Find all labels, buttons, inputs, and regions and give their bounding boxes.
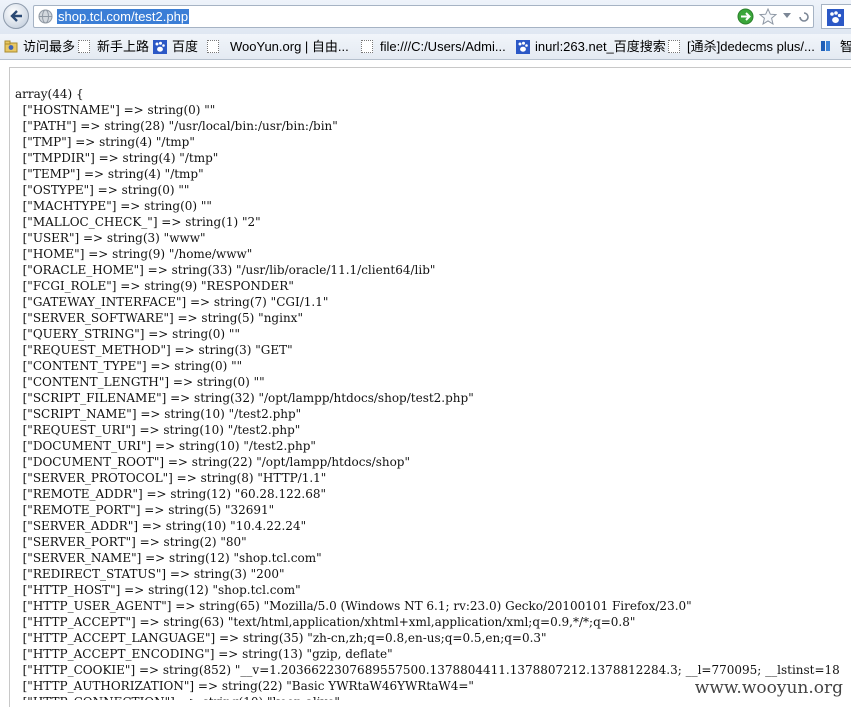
dump-line: ["HTTP_ACCEPT_LANGUAGE"] => string(35) "… bbox=[15, 631, 547, 645]
page-content: array(44) { ["HOSTNAME"] => string(0) ""… bbox=[15, 86, 851, 700]
bookmark-folder-icon bbox=[4, 40, 18, 53]
back-arrow-icon bbox=[10, 10, 22, 22]
dump-line: ["HOSTNAME"] => string(0) "" bbox=[15, 103, 216, 117]
bookmark-label: file:///C:/Users/Admi... bbox=[380, 39, 506, 54]
dump-line: ["MACHTYPE"] => string(0) "" bbox=[15, 199, 212, 213]
bookmark-label: 新手上路 bbox=[97, 39, 150, 54]
dump-line: ["QUERY_STRING"] => string(0) "" bbox=[15, 327, 240, 341]
bookmark-star-icon[interactable] bbox=[759, 8, 777, 25]
dump-line: ["REMOTE_PORT"] => string(5) "32691" bbox=[15, 503, 275, 517]
page-icon bbox=[361, 40, 373, 53]
dump-line: ["HTTP_HOST"] => string(12) "shop.tcl.co… bbox=[15, 583, 301, 597]
go-arrow-icon[interactable] bbox=[737, 8, 754, 25]
dump-line: ["MALLOC_CHECK_"] => string(1) "2" bbox=[15, 215, 261, 229]
dump-line: ["CONTENT_TYPE"] => string(0) "" bbox=[15, 359, 243, 373]
var-dump-output: array(44) { ["HOSTNAME"] => string(0) ""… bbox=[15, 86, 851, 700]
dump-line: ["REQUEST_METHOD"] => string(3) "GET" bbox=[15, 343, 293, 357]
content-frame bbox=[0, 60, 851, 707]
bookmark-label: [通杀]dedecms plus/... bbox=[687, 39, 815, 54]
address-bar[interactable]: shop.tcl.com/test2.php bbox=[33, 5, 814, 28]
url-input[interactable]: shop.tcl.com/test2.php bbox=[57, 9, 190, 24]
dump-line: ["SCRIPT_NAME"] => string(10) "/test2.ph… bbox=[15, 407, 302, 421]
watermark: www.wooyun.org bbox=[692, 678, 845, 698]
dump-lines: ["HOSTNAME"] => string(0) "" ["PATH"] =>… bbox=[15, 102, 851, 700]
dump-line: ["HTTP_USER_AGENT"] => string(65) "Mozil… bbox=[15, 599, 692, 613]
page-icon bbox=[668, 40, 680, 53]
dump-line: ["TEMP"] => string(4) "/tmp" bbox=[15, 167, 204, 181]
dump-line: ["DOCUMENT_ROOT"] => string(22) "/opt/la… bbox=[15, 455, 411, 469]
dump-line: ["REMOTE_ADDR"] => string(12) "60.28.122… bbox=[15, 487, 327, 501]
dump-line: ["DOCUMENT_URI"] => string(10) "/test2.p… bbox=[15, 439, 316, 453]
baidu-paw-icon bbox=[153, 40, 167, 54]
dump-line: ["OSTYPE"] => string(0) "" bbox=[15, 183, 190, 197]
dump-line: ["FCGI_ROLE"] => string(9) "RESPONDER" bbox=[15, 279, 294, 293]
dump-line: ["REDIRECT_STATUS"] => string(3) "200" bbox=[15, 567, 285, 581]
dump-line: ["HTTP_COOKIE"] => string(852) "__v=1.20… bbox=[15, 663, 840, 677]
dump-line: ["USER"] => string(3) "www" bbox=[15, 231, 206, 245]
bookmark-label: inurl:263.net_百度搜索 bbox=[535, 39, 666, 54]
bookmark-label: 访问最多 bbox=[23, 39, 76, 54]
bookmark-label: 百度 bbox=[172, 39, 199, 54]
navigation-toolbar: shop.tcl.com/test2.php bbox=[0, 0, 851, 34]
dump-line: ["SERVER_ADDR"] => string(10) "10.4.22.2… bbox=[15, 519, 307, 533]
dump-line: ["SERVER_NAME"] => string(12) "shop.tcl.… bbox=[15, 551, 322, 565]
baidu-paw-icon bbox=[827, 9, 844, 26]
history-dropdown-icon[interactable] bbox=[782, 12, 792, 20]
reload-icon[interactable] bbox=[798, 12, 810, 22]
dump-line: ["HTTP_ACCEPT_ENCODING"] => string(13) "… bbox=[15, 647, 393, 661]
frame-top-border bbox=[9, 67, 851, 68]
bookmark-label: WooYun.org | 自由... bbox=[230, 39, 349, 54]
dump-line: ["REQUEST_URI"] => string(10) "/test2.ph… bbox=[15, 423, 301, 437]
search-engine-button[interactable] bbox=[821, 4, 851, 29]
back-button[interactable] bbox=[3, 3, 29, 29]
bookmarks-toolbar: 访问最多 新手上路 百度 WooYun.org | 自由... file:///… bbox=[0, 34, 851, 60]
dump-line: ["SERVER_PORT"] => string(2) "80" bbox=[15, 535, 247, 549]
dump-header: array(44) { bbox=[15, 87, 84, 101]
dump-line: ["SERVER_PROTOCOL"] => string(8) "HTTP/1… bbox=[15, 471, 327, 485]
dump-line: ["SCRIPT_FILENAME"] => string(32) "/opt/… bbox=[15, 391, 474, 405]
bookmark-label: 智 bbox=[840, 39, 851, 54]
dump-line: ["PATH"] => string(28) "/usr/local/bin:/… bbox=[15, 119, 338, 133]
baidu-paw-icon bbox=[516, 40, 530, 54]
globe-icon bbox=[38, 9, 53, 24]
dump-line: ["HOME"] => string(9) "/home/www" bbox=[15, 247, 253, 261]
dump-line: ["HTTP_ACCEPT"] => string(63) "text/html… bbox=[15, 615, 636, 629]
dump-line: ["GATEWAY_INTERFACE"] => string(7) "CGI/… bbox=[15, 295, 329, 309]
dump-line: ["SERVER_SOFTWARE"] => string(5) "nginx" bbox=[15, 311, 303, 325]
blue-square-icon bbox=[821, 41, 830, 51]
frame-left-border bbox=[9, 67, 10, 707]
dump-line: ["TMPDIR"] => string(4) "/tmp" bbox=[15, 151, 219, 165]
page-icon bbox=[78, 40, 90, 53]
dump-line: ["ORACLE_HOME"] => string(33) "/usr/lib/… bbox=[15, 263, 436, 277]
dump-line: ["TMP"] => string(4) "/tmp" bbox=[15, 135, 195, 149]
page-icon bbox=[207, 40, 219, 53]
dump-line: ["CONTENT_LENGTH"] => string(0) "" bbox=[15, 375, 265, 389]
